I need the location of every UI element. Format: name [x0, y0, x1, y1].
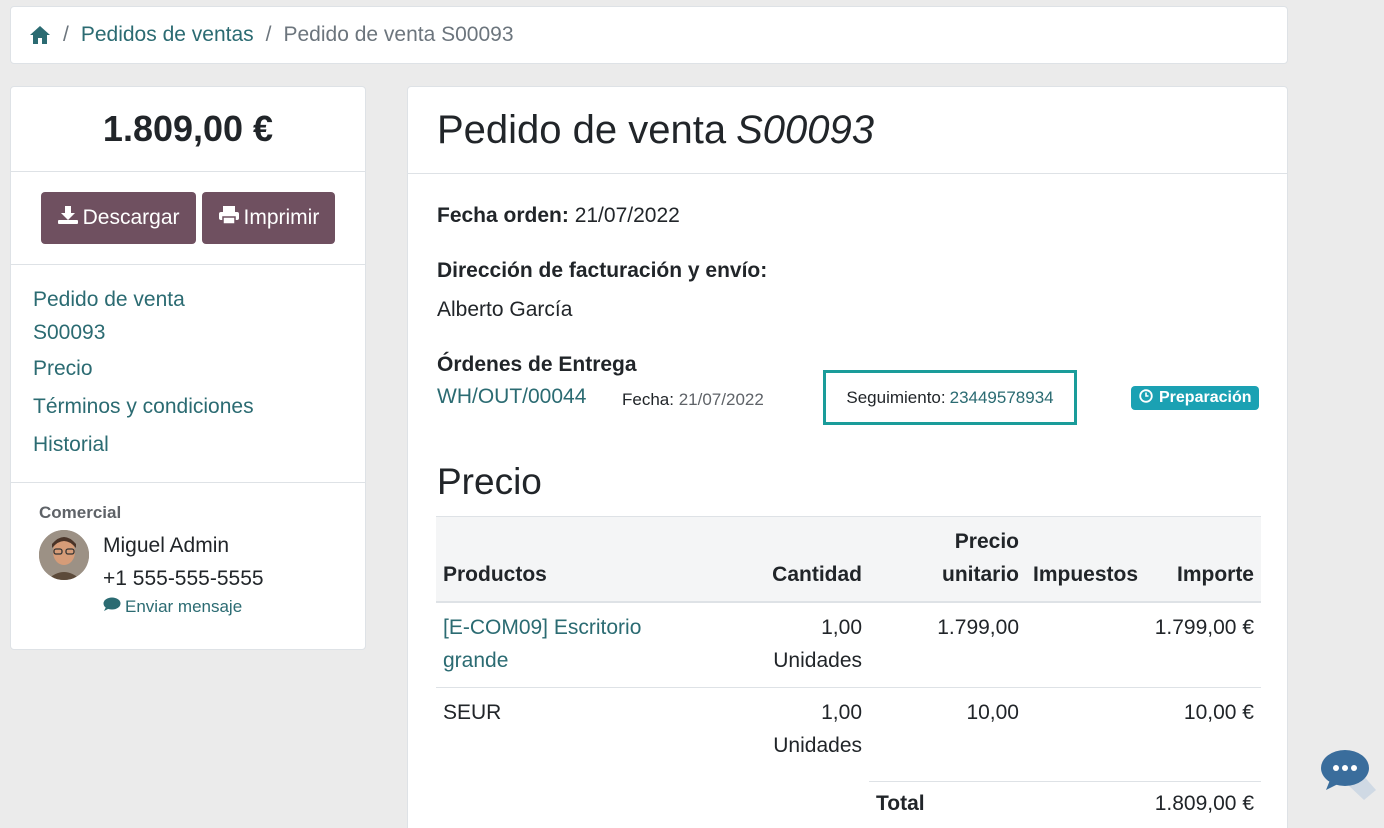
sidebar-nav: Pedido de venta S00093 Precio Términos y… — [11, 265, 365, 483]
title-prefix: Pedido de venta — [437, 107, 727, 152]
home-icon[interactable] — [29, 25, 51, 45]
tracking-info: Seguimiento: 23449578934 — [823, 370, 1077, 425]
product-cell: SEUR — [436, 688, 741, 773]
breadcrumb-sales-orders[interactable]: Pedidos de ventas — [81, 23, 254, 47]
total-value: 1.809,00 € — [1154, 792, 1254, 815]
sidebar-item-price[interactable]: Precio — [33, 352, 343, 385]
price-section-title: Precio — [437, 461, 542, 502]
page-title: Pedido de venta S00093 — [408, 87, 1287, 174]
send-message-label: Enviar mensaje — [125, 597, 243, 616]
address-name: Alberto García — [437, 298, 573, 321]
sidebar-item-history[interactable]: Historial — [33, 428, 343, 461]
total-label: Total — [876, 792, 925, 815]
delivery-date: Fecha: 21/07/2022 — [622, 390, 764, 410]
status-badge: Preparación — [1131, 386, 1260, 410]
product-cell: [E-COM09] Escritorio grande — [436, 602, 741, 688]
delivery-ref-link[interactable]: WH/OUT/00044 — [437, 385, 586, 409]
product-link[interactable]: [E-COM09] Escritorio grande — [443, 616, 641, 672]
download-label: Descargar — [82, 206, 180, 229]
delivery-date-label: Fecha: — [622, 390, 674, 409]
taxes-cell — [1026, 602, 1146, 688]
col-amount: Importe — [1145, 516, 1261, 603]
download-button[interactable]: Descargar — [40, 192, 196, 244]
deliveries-label-text: Órdenes de Entrega — [437, 353, 637, 376]
breadcrumb-separator: / — [63, 23, 69, 46]
salesperson-heading: Comercial — [39, 503, 122, 522]
print-label: Imprimir — [243, 206, 320, 229]
breadcrumb: / Pedidos de ventas / Pedido de venta S0… — [10, 6, 1288, 64]
chat-icon — [103, 597, 121, 617]
order-total-row: Total 1.809,00 € — [869, 781, 1261, 826]
order-date-value: 21/07/2022 — [574, 204, 680, 227]
sidebar-card: 1.809,00 € Descargar Imprimir Pedido de … — [10, 86, 366, 650]
status-label: Preparación — [1159, 389, 1252, 406]
quantity-unit: Unidades — [773, 649, 862, 672]
action-buttons: Descargar Imprimir — [11, 172, 365, 265]
quantity-cell: 1,00 Unidades — [741, 688, 869, 773]
address-label-text: Dirección de facturación y envío: — [437, 259, 768, 282]
delivery-date-value: 21/07/2022 — [678, 390, 764, 409]
amount-cell: 10,00 € — [1183, 701, 1254, 724]
tracking-number-link[interactable]: 23449578934 — [950, 388, 1054, 408]
col-quantity: Cantidad — [741, 516, 869, 603]
table-row: SEUR 1,00 Unidades 10,00 10,00 € — [436, 688, 1261, 773]
sidebar-item-label: Pedido de venta — [33, 288, 185, 311]
product-name-l2: grande — [443, 649, 509, 672]
taxes-cell — [1026, 688, 1145, 773]
product-name-l1: SEUR — [443, 701, 502, 724]
order-total-amount: 1.809,00 € — [11, 87, 365, 172]
breadcrumb-separator: / — [265, 23, 272, 46]
table-row: [E-COM09] Escritorio grande 1,00 Unidade… — [436, 602, 1261, 688]
sidebar-item-sales-order[interactable]: Pedido de venta S00093 — [33, 283, 343, 349]
send-message-link[interactable]: Enviar mensaje — [103, 597, 242, 617]
sidebar-item-terms[interactable]: Términos y condiciones — [33, 390, 343, 423]
amount-cell: 1.799,00 € — [1145, 602, 1261, 688]
col-unit-price: Precio unitario — [869, 516, 1026, 603]
clock-icon — [1139, 388, 1153, 408]
chat-bubble-icon — [1321, 750, 1376, 800]
deliveries-label: Órdenes de Entrega — [437, 353, 637, 377]
quantity-value: 1,00 — [821, 701, 862, 724]
order-lines-table: Productos Cantidad Precio unitario Impue… — [436, 516, 1261, 772]
table-header-row: Productos Cantidad Precio unitario Impue… — [436, 516, 1261, 603]
print-button[interactable]: Imprimir — [201, 192, 336, 244]
salesperson-section: Comercial Miguel Admin +1 555-555-5555 E… — [11, 483, 365, 637]
col-unit-price-l2: unitario — [942, 563, 1019, 586]
breadcrumb-current: Pedido de venta S00093 — [283, 23, 514, 46]
order-card: Pedido de venta S00093 Fecha orden: 21/0… — [407, 86, 1288, 828]
quantity-value: 1,00 — [821, 616, 862, 639]
avatar — [39, 530, 89, 580]
print-icon — [218, 205, 240, 231]
tracking-label: Seguimiento: — [846, 387, 946, 407]
quantity-cell: 1,00 Unidades — [741, 602, 869, 688]
unit-price-cell: 1.799,00 — [869, 602, 1026, 688]
sidebar-item-label: S00093 — [33, 321, 106, 344]
salesperson-phone: +1 555-555-5555 — [103, 567, 264, 590]
col-unit-price-l1: Precio — [954, 530, 1019, 553]
title-order-number: S00093 — [736, 107, 875, 152]
live-chat-button[interactable] — [1316, 738, 1378, 802]
order-date: Fecha orden: 21/07/2022 — [437, 204, 680, 228]
quantity-unit: Unidades — [773, 734, 862, 757]
download-icon — [57, 205, 79, 231]
col-taxes: Impuestos — [1026, 516, 1146, 603]
order-date-label: Fecha orden: — [437, 204, 569, 227]
col-products: Productos — [436, 516, 741, 603]
unit-price-cell: 10,00 — [966, 701, 1019, 724]
address-label: Dirección de facturación y envío: — [437, 259, 767, 283]
product-name-l1: [E-COM09] Escritorio — [443, 616, 642, 639]
salesperson-name: Miguel Admin — [103, 534, 230, 557]
